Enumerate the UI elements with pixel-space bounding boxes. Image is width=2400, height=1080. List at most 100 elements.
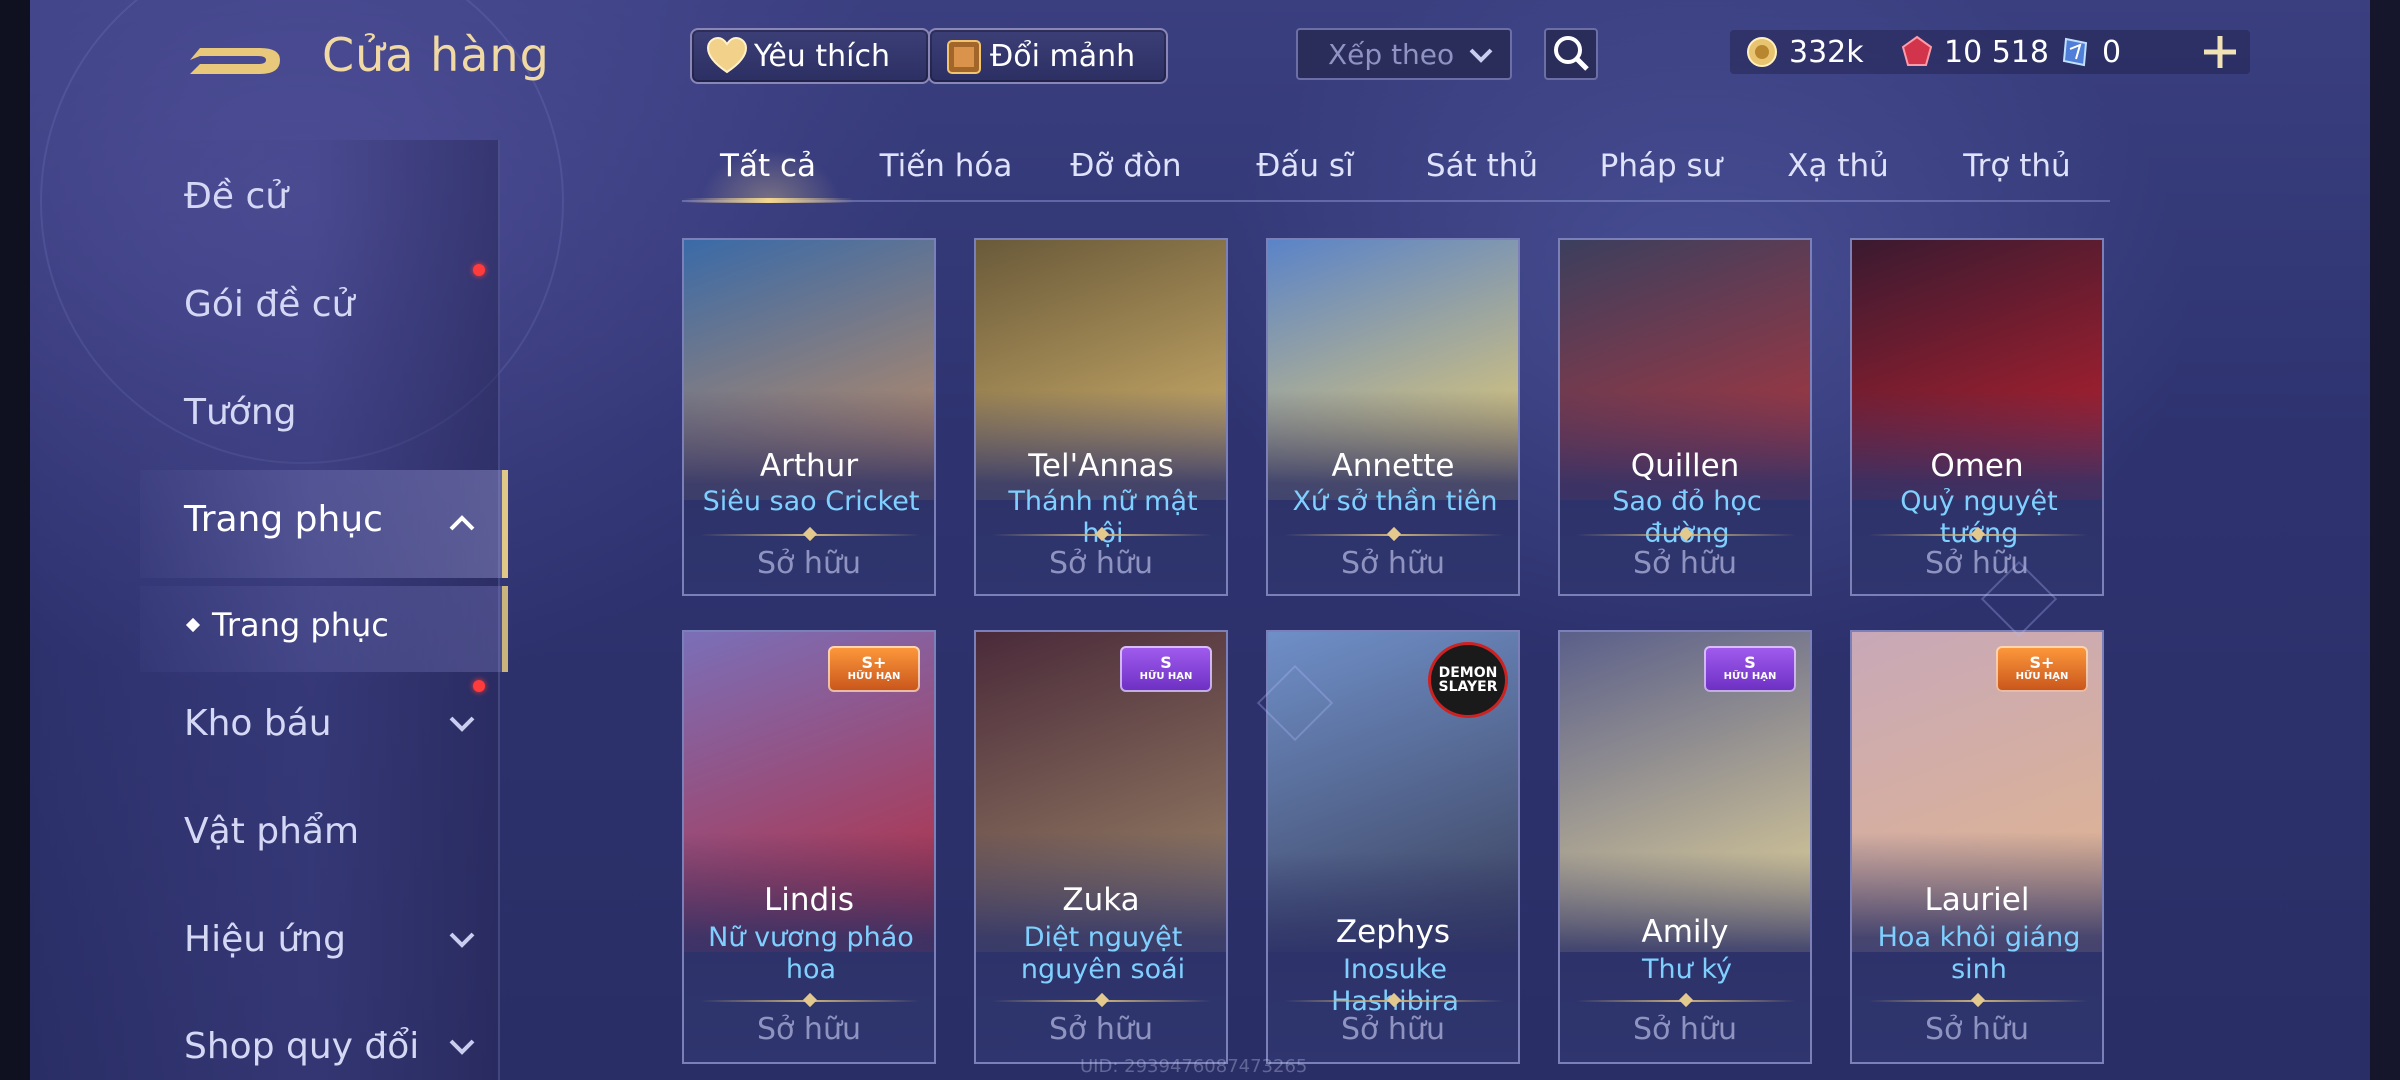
sidebar-item-effects[interactable]: Hiệu ứng	[184, 919, 346, 960]
voucher-value: 0	[2102, 34, 2122, 70]
shard-exchange-button[interactable]: Đổi mảnh	[928, 28, 1168, 84]
sidebar-item-recommended[interactable]: Đề cử	[184, 176, 288, 217]
hero-name: Zuka	[1062, 882, 1140, 918]
owned-status: Sở hữu	[757, 546, 861, 581]
right-bezel	[2370, 0, 2400, 1080]
skin-name: Inosuke Hashibira	[1331, 954, 1459, 1017]
chevron-down-icon	[449, 932, 475, 948]
card-divider	[1284, 526, 1504, 542]
notification-dot	[473, 264, 485, 276]
skin-name: Thư ký	[1642, 954, 1732, 985]
skin-card[interactable]: Omen Quỷ nguyệt tướng Sở hữu	[1850, 238, 2104, 596]
tab-support[interactable]: Trợ thủ	[1963, 148, 2070, 184]
sidebar-item-exchange-shop[interactable]: Shop quy đổi	[184, 1026, 419, 1067]
owned-status: Sở hữu	[1049, 1012, 1153, 1047]
owned-status: Sở hữu	[1925, 1012, 2029, 1047]
card-divider	[1576, 992, 1796, 1008]
owned-status: Sở hữu	[1049, 546, 1153, 581]
tab-evolution[interactable]: Tiến hóa	[880, 148, 1013, 184]
favorites-label: Yêu thích	[754, 38, 890, 74]
notification-dot	[473, 680, 485, 692]
skin-card[interactable]: S+ HỮU HẠN Lindis Nữ vương pháo hoa Sở h…	[682, 630, 936, 1064]
badge-text: HỮU HẠN	[1723, 671, 1777, 682]
sidebar-subitem-skins[interactable]: Trang phục	[212, 606, 389, 644]
skin-card[interactable]: Arthur Siêu sao Cricket Sở hữu	[682, 238, 936, 596]
gold-currency: 332k	[1745, 30, 1864, 74]
skin-card[interactable]: Quillen Sao đỏ học đường Sở hữu	[1558, 238, 1812, 596]
sidebar-item-recommended-packs[interactable]: Gói đề cử	[184, 284, 354, 325]
screen: Cửa hàng Yêu thích Đổi mảnh Xếp theo 332…	[0, 0, 2400, 1080]
tab-fighter[interactable]: Đấu sĩ	[1256, 148, 1353, 184]
sidebar-item-heroes[interactable]: Tướng	[184, 392, 297, 433]
skin-card[interactable]: S HỮU HẠN Amily Thư ký Sở hữu	[1558, 630, 1812, 1064]
search-icon	[1554, 36, 1589, 71]
skin-name: Nữ vương pháo hoa	[708, 922, 914, 985]
demon-slayer-collab-logo: DEMON SLAYER	[1428, 642, 1508, 718]
card-divider	[1576, 526, 1796, 542]
badge-grade: S	[1744, 653, 1756, 672]
search-button[interactable]	[1544, 28, 1598, 80]
sidebar-item-skins[interactable]: Trang phục	[184, 499, 383, 540]
skin-name: Hoa khôi giáng sinh	[1877, 922, 2081, 985]
badge-text: HỮU HẠN	[2015, 671, 2069, 682]
card-divider	[1868, 526, 2088, 542]
red-gem-icon	[1901, 35, 1933, 66]
owned-status: Sở hữu	[1633, 1012, 1737, 1047]
skin-name: Diệt nguyệt nguyên soái	[1020, 922, 1186, 985]
tab-mage[interactable]: Pháp sư	[1600, 148, 1723, 184]
skin-name: Siêu sao Cricket	[702, 486, 920, 517]
user-id-text: UID: 2939476087473265	[1080, 1056, 1308, 1077]
owned-status: Sở hữu	[1633, 546, 1737, 581]
left-bezel	[0, 0, 30, 1080]
tab-assassin[interactable]: Sát thủ	[1426, 148, 1538, 184]
sort-placeholder: Xếp theo	[1328, 37, 1455, 71]
skin-card[interactable]: S+ HỮU HẠN Lauriel Hoa khôi giáng sinh S…	[1850, 630, 2104, 1064]
hero-name: Zephys	[1335, 914, 1451, 950]
skin-name: Sao đỏ học đường	[1612, 486, 1762, 549]
hero-name: Tel'Annas	[1028, 448, 1174, 484]
chevron-up-icon	[449, 515, 475, 531]
sidebar-item-items[interactable]: Vật phẩm	[184, 811, 359, 852]
skin-name: Xứ sở thần tiên	[1292, 486, 1498, 517]
limited-badge: S+ HỮU HẠN	[828, 646, 920, 692]
skin-name: Thánh nữ mật hội	[1008, 486, 1198, 549]
limited-badge: S+ HỮU HẠN	[1996, 646, 2088, 692]
chevron-down-icon	[449, 1039, 475, 1055]
card-divider	[700, 992, 920, 1008]
owned-status: Sở hữu	[1925, 546, 2029, 581]
card-divider	[1284, 992, 1504, 1008]
hero-name: Annette	[1331, 448, 1455, 484]
sort-dropdown[interactable]: Xếp theo	[1296, 28, 1512, 80]
heart-icon	[706, 36, 748, 74]
skin-name: Quỷ nguyệt tướng	[1900, 486, 2058, 549]
card-divider	[1868, 992, 2088, 1008]
skin-card[interactable]: Annette Xứ sở thần tiên Sở hữu	[1266, 238, 1520, 596]
shard-exchange-label: Đổi mảnh	[990, 38, 1136, 74]
back-arrow-icon[interactable]	[180, 30, 290, 90]
card-voucher-icon	[2062, 37, 2088, 67]
shard-chest-icon	[947, 40, 981, 74]
tab-marksman[interactable]: Xạ thủ	[1787, 148, 1889, 184]
skin-card[interactable]: S HỮU HẠN Zuka Diệt nguyệt nguyên soái S…	[974, 630, 1228, 1064]
chevron-down-icon	[449, 716, 475, 732]
owned-status: Sở hữu	[1341, 546, 1445, 581]
gem-value: 10 518	[1944, 34, 2049, 70]
owned-status: Sở hữu	[757, 1012, 861, 1047]
skin-card[interactable]: Tel'Annas Thánh nữ mật hội Sở hữu	[974, 238, 1228, 596]
tab-all[interactable]: Tất cả	[720, 148, 816, 184]
active-tab-underline	[684, 198, 854, 203]
sidebar-item-treasure[interactable]: Kho báu	[184, 703, 332, 744]
tab-tank[interactable]: Đỡ đòn	[1070, 148, 1181, 184]
add-currency-plus-icon[interactable]	[2196, 28, 2244, 76]
favorites-button[interactable]: Yêu thích	[690, 28, 930, 84]
gold-coin-icon	[1747, 37, 1777, 67]
card-divider	[992, 526, 1212, 542]
owned-status: Sở hữu	[1341, 1012, 1445, 1047]
limited-badge: S HỮU HẠN	[1704, 646, 1796, 692]
voucher-currency: 0	[2058, 30, 2121, 74]
chevron-down-icon	[1469, 48, 1493, 63]
badge-text: HỮU HẠN	[1139, 671, 1193, 682]
card-divider	[992, 992, 1212, 1008]
hero-name: Lindis	[764, 882, 854, 918]
hero-name: Quillen	[1630, 448, 1740, 484]
